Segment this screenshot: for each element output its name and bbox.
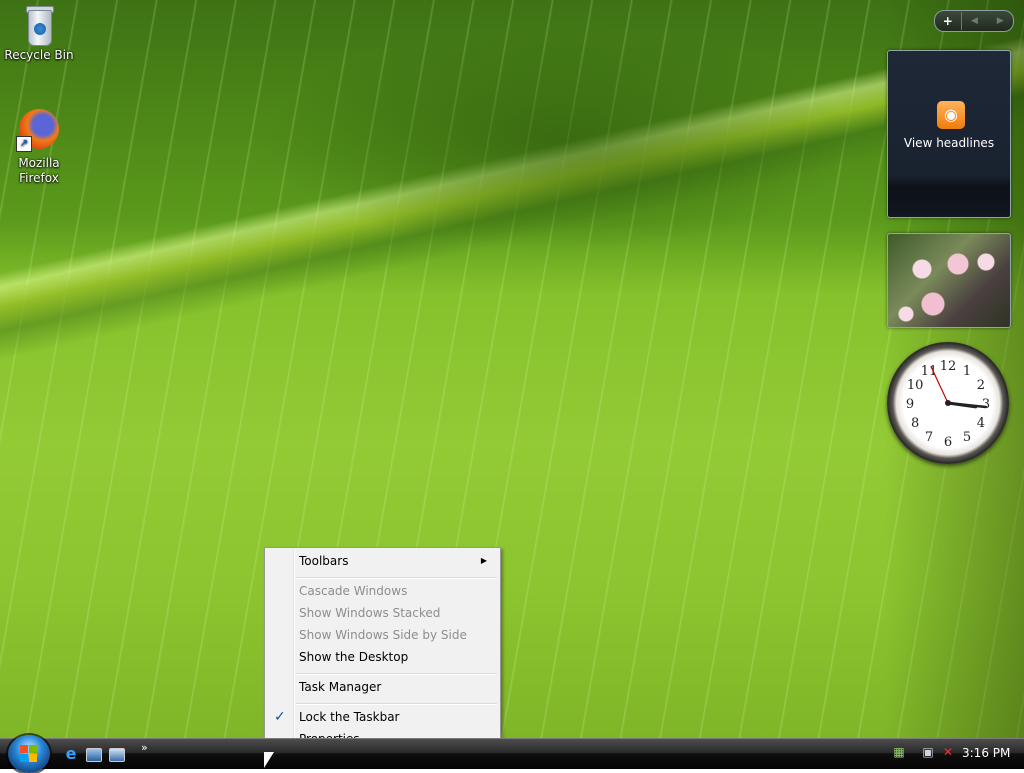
menu-item-cascade-windows: Cascade Windows xyxy=(267,580,496,602)
clock-numeral: 3 xyxy=(982,397,990,412)
clock-numeral: 6 xyxy=(944,435,952,450)
firefox-label: Mozilla Firefox xyxy=(18,156,60,185)
windows-flag-icon xyxy=(20,745,38,763)
menu-item-label: Toolbars xyxy=(299,554,349,568)
menu-item-label: Task Manager xyxy=(299,680,382,694)
menu-item-label: Show Windows Side by Side xyxy=(299,628,467,642)
network-icon[interactable]: ▣ xyxy=(920,744,936,760)
menu-item-toolbars[interactable]: Toolbars ▶ xyxy=(267,550,496,572)
next-gadget-button[interactable]: ▶ xyxy=(987,12,1013,30)
menu-item-show-windows-side-by-side: Show Windows Side by Side xyxy=(267,624,496,646)
quick-launch-more-icon[interactable]: » xyxy=(141,741,148,754)
taskbar[interactable]: e » ▦ ▣ ✕ 3:16 PM xyxy=(0,735,1024,773)
clock-numeral: 11 xyxy=(921,364,938,379)
feed-headlines-gadget[interactable]: ◉ View headlines xyxy=(887,50,1011,218)
clock-numeral: 9 xyxy=(906,397,914,412)
menu-separator xyxy=(296,577,497,579)
volume-muted-icon[interactable]: ✕ xyxy=(940,744,956,760)
add-gadget-button[interactable]: + xyxy=(935,12,962,30)
clock-numeral: 7 xyxy=(925,430,933,445)
show-desktop-icon[interactable] xyxy=(86,748,102,762)
clock-face: 12 12 3 45678 9 1011 xyxy=(906,359,990,450)
clock-gadget[interactable]: 12 1 2 3 4 5 6 7 8 9 10 11 xyxy=(887,342,1009,464)
taskbar-context-menu: Toolbars ▶ Cascade Windows Show Windows … xyxy=(264,547,501,752)
recycle-bin-label: Recycle Bin xyxy=(4,48,74,62)
clock-numeral: 8 xyxy=(911,416,919,431)
recycle-bin-shortcut[interactable]: Recycle Bin xyxy=(1,2,77,63)
clock-center-pin xyxy=(945,400,951,406)
mouse-cursor xyxy=(264,752,274,768)
view-headlines-label: View headlines xyxy=(903,136,995,150)
clock-numeral: 2 xyxy=(977,378,985,393)
menu-item-lock-taskbar[interactable]: ✓ Lock the Taskbar xyxy=(267,706,496,728)
rss-icon: ◉ xyxy=(937,101,965,129)
clock-numeral: 1 xyxy=(963,364,971,379)
menu-item-show-windows-stacked: Show Windows Stacked xyxy=(267,602,496,624)
menu-item-task-manager[interactable]: Task Manager xyxy=(267,676,496,698)
clock-numeral: 4 xyxy=(977,416,985,431)
clock-numeral: 10 xyxy=(907,378,924,393)
switch-windows-icon[interactable] xyxy=(109,748,125,762)
menu-item-label: Show Windows Stacked xyxy=(299,606,441,620)
firefox-shortcut[interactable]: ↗ Mozilla Firefox xyxy=(1,106,77,186)
menu-item-show-desktop[interactable]: Show the Desktop xyxy=(267,646,496,668)
internet-explorer-icon[interactable]: e xyxy=(63,746,79,762)
checkmark-icon: ✓ xyxy=(274,709,286,725)
previous-gadget-button[interactable]: ◀ xyxy=(962,12,988,30)
start-orb-icon[interactable] xyxy=(8,735,50,773)
language-icon[interactable]: ▦ xyxy=(891,744,907,760)
clock-numeral: 12 xyxy=(940,359,957,374)
menu-item-label: Show the Desktop xyxy=(299,650,409,664)
clock-numeral: 5 xyxy=(963,430,971,445)
shortcut-arrow-icon: ↗ xyxy=(16,136,32,152)
desktop-wallpaper xyxy=(0,0,1024,738)
firefox-icon: ↗ xyxy=(16,106,62,152)
menu-separator xyxy=(296,703,497,705)
menu-item-label: Cascade Windows xyxy=(299,584,408,598)
recycle-bin-icon xyxy=(22,2,56,46)
sidebar-controls: + ◀ ▶ xyxy=(934,10,1014,32)
submenu-arrow-icon: ▶ xyxy=(480,556,487,565)
menu-item-label: Lock the Taskbar xyxy=(299,710,400,724)
slideshow-gadget[interactable] xyxy=(887,233,1011,328)
taskbar-clock[interactable]: 3:16 PM xyxy=(962,746,1010,760)
menu-separator xyxy=(296,673,497,675)
